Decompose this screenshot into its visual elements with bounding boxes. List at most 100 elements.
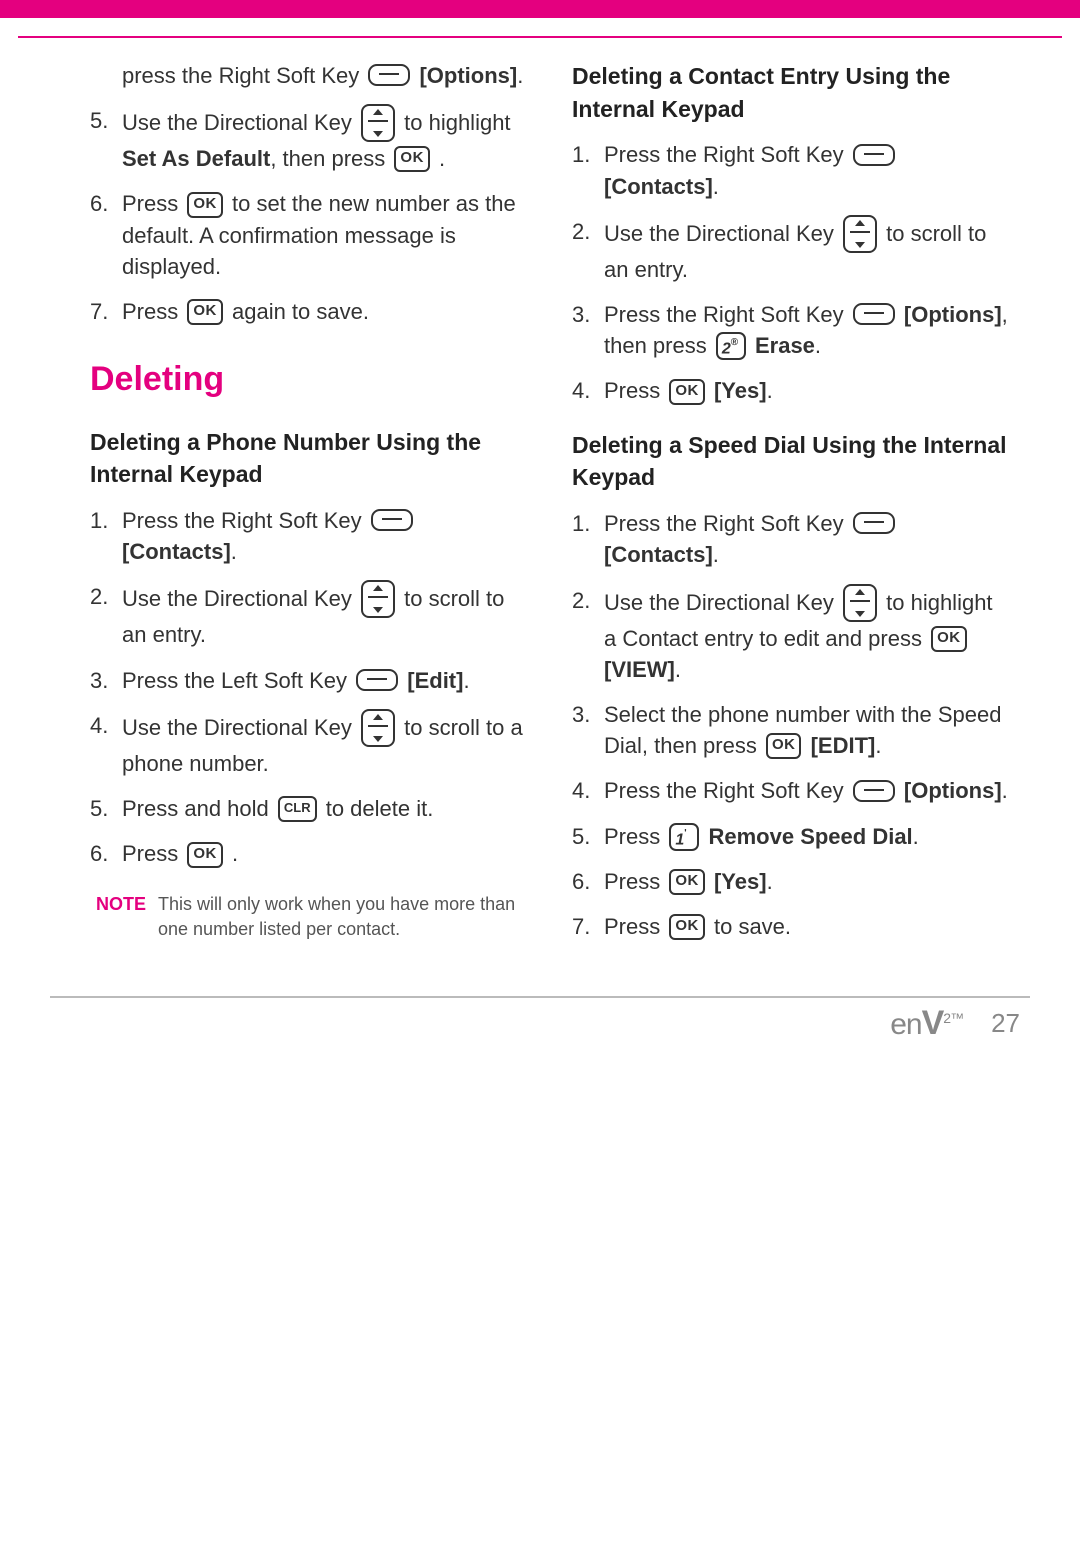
ok-key-icon: OK <box>187 299 223 325</box>
continued-step: press the Right Soft Key [Options]. <box>90 60 528 91</box>
text: Press and hold <box>122 796 275 821</box>
text: Select the phone number with the Speed D… <box>604 702 1002 758</box>
soft-key-icon <box>853 780 895 802</box>
text: Press the Right Soft Key <box>604 511 850 536</box>
list-item: Press the Right Soft Key [Contacts]. <box>572 508 1010 570</box>
ok-key-icon: OK <box>394 146 430 172</box>
note-label: NOTE <box>96 892 146 943</box>
ok-key-icon: OK <box>669 869 705 895</box>
text: Use the Directional Key <box>122 586 358 611</box>
text: . <box>713 174 719 199</box>
text-bold: [Options] <box>419 63 517 88</box>
list-item: Press 1' Remove Speed Dial. <box>572 821 1010 852</box>
text: . <box>433 146 445 171</box>
note-text: This will only work when you have more t… <box>158 892 528 943</box>
directional-key-icon <box>843 215 877 253</box>
text: to highlight <box>404 110 510 135</box>
left-column: press the Right Soft Key [Options]. Use … <box>90 60 528 956</box>
text-bold: [Contacts] <box>122 539 231 564</box>
steps-speed-dial: Press the Right Soft Key [Contacts]. Use… <box>572 508 1010 942</box>
list-item: Use the Directional Key to scroll to an … <box>572 216 1010 285</box>
num-1-key-icon: 1' <box>669 823 699 851</box>
text: Press <box>122 299 184 324</box>
text: Press <box>604 378 666 403</box>
soft-key-icon <box>368 64 410 86</box>
text: . <box>517 63 523 88</box>
list-item: Press OK again to save. <box>90 296 528 327</box>
text-bold: [Options] <box>904 302 1002 327</box>
text-bold: Remove Speed Dial <box>708 824 912 849</box>
text: Use the Directional Key <box>122 110 358 135</box>
directional-key-icon <box>361 580 395 618</box>
brand-logo: enV2™ <box>890 1004 963 1043</box>
text-bold: Erase <box>755 333 815 358</box>
text: press the Right Soft Key <box>122 63 365 88</box>
text: to delete it. <box>326 796 434 821</box>
list-item: Press the Right Soft Key [Options]. <box>572 775 1010 806</box>
text: . <box>815 333 821 358</box>
text: Press the Right Soft Key <box>122 508 368 533</box>
right-column: Deleting a Contact Entry Using the Inter… <box>572 60 1010 956</box>
list-item: Press and hold CLR to delete it. <box>90 793 528 824</box>
steps-phone-number: Press the Right Soft Key [Contacts]. Use… <box>90 505 528 870</box>
text: . <box>675 657 681 682</box>
section-heading-deleting: Deleting <box>90 355 528 403</box>
text: Press <box>122 191 184 216</box>
page-body: press the Right Soft Key [Options]. Use … <box>0 38 1080 996</box>
text: . <box>231 539 237 564</box>
soft-key-icon <box>853 512 895 534</box>
list-item: Press the Right Soft Key [Contacts]. <box>90 505 528 567</box>
steps-continued: Use the Directional Key to highlight Set… <box>90 105 528 327</box>
list-item: Press OK to save. <box>572 911 1010 942</box>
soft-key-icon <box>853 303 895 325</box>
text: Press <box>604 869 666 894</box>
list-item: Use the Directional Key to highlight Set… <box>90 105 528 174</box>
list-item: Select the phone number with the Speed D… <box>572 699 1010 761</box>
text: . <box>875 733 881 758</box>
soft-key-icon <box>356 669 398 691</box>
list-item: Press the Right Soft Key [Contacts]. <box>572 139 1010 201</box>
text: Press the Right Soft Key <box>604 778 850 803</box>
page-footer: enV2™ 27 <box>0 998 1080 1073</box>
page-number: 27 <box>991 1008 1020 1039</box>
text: Press <box>604 914 666 939</box>
text-bold: [Options] <box>904 778 1002 803</box>
text: Use the Directional Key <box>122 715 358 740</box>
text-bold: [Yes] <box>714 378 767 403</box>
text: . <box>713 542 719 567</box>
ok-key-icon: OK <box>669 914 705 940</box>
ok-key-icon: OK <box>669 379 705 405</box>
directional-key-icon <box>843 584 877 622</box>
text-bold: [Edit] <box>407 668 463 693</box>
text: . <box>463 668 469 693</box>
text: Use the Directional Key <box>604 589 840 614</box>
list-item: Press OK [Yes]. <box>572 375 1010 406</box>
list-item: Press OK [Yes]. <box>572 866 1010 897</box>
list-item: Use the Directional Key to highlight a C… <box>572 585 1010 685</box>
text-bold: Set As Default <box>122 146 270 171</box>
clr-key-icon: CLR <box>278 796 317 822</box>
ok-key-icon: OK <box>187 842 223 868</box>
text: again to save. <box>232 299 369 324</box>
text: Press the Right Soft Key <box>604 302 850 327</box>
text-bold: [Yes] <box>714 869 767 894</box>
text-bold: [Contacts] <box>604 542 713 567</box>
sub-heading-speed-dial: Deleting a Speed Dial Using the Internal… <box>572 429 1010 494</box>
list-item: Use the Directional Key to scroll to an … <box>90 581 528 650</box>
text-bold: [Contacts] <box>604 174 713 199</box>
logo-tm: ™ <box>950 1010 963 1026</box>
text: Press <box>122 841 184 866</box>
sub-heading-contact-entry: Deleting a Contact Entry Using the Inter… <box>572 60 1010 125</box>
list-item: Press OK to set the new number as the de… <box>90 188 528 282</box>
list-item: Use the Directional Key to scroll to a p… <box>90 710 528 779</box>
text: . <box>226 841 238 866</box>
sub-heading-phone-number: Deleting a Phone Number Using the Intern… <box>90 426 528 491</box>
num-2-key-icon: 2® <box>716 332 746 360</box>
text-bold: [EDIT] <box>811 733 876 758</box>
text: Press the Right Soft Key <box>604 142 850 167</box>
text: . <box>767 869 773 894</box>
soft-key-icon <box>371 509 413 531</box>
ok-key-icon: OK <box>187 192 223 218</box>
text: to save. <box>714 914 791 939</box>
list-item: Press the Left Soft Key [Edit]. <box>90 665 528 696</box>
